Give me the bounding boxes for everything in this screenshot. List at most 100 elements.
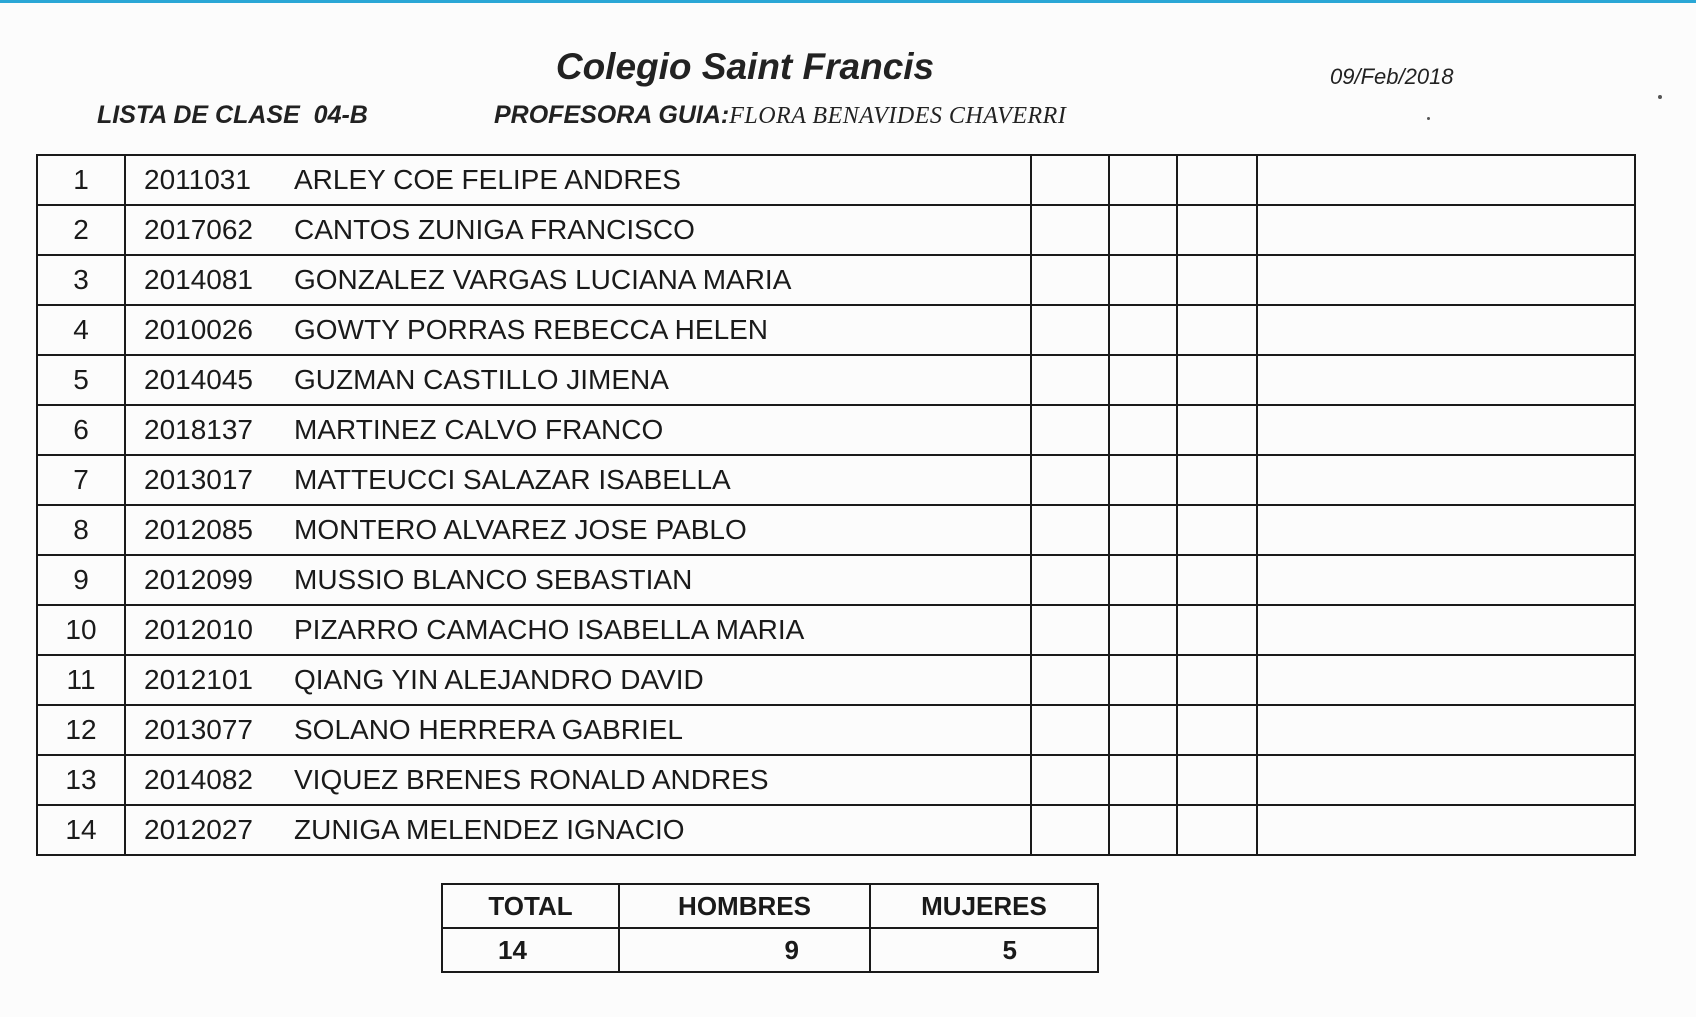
blank-grade-cell [1176, 254, 1258, 306]
student-id: 2010026 [144, 314, 254, 345]
student-cell: 2014081 GONZALEZ VARGAS LUCIANA MARIA [124, 254, 1032, 306]
teacher-label: PROFESORA GUIA: [494, 101, 730, 129]
row-number: 3 [36, 254, 126, 306]
student-cell: 2012085 MONTERO ALVAREZ JOSE PABLO [124, 504, 1032, 556]
student-cell: 2012099 MUSSIO BLANCO SEBASTIAN [124, 554, 1032, 606]
student-id: 2013017 [144, 464, 254, 495]
blank-grade-cell [1108, 254, 1178, 306]
row-number: 11 [36, 654, 126, 706]
row-number: 10 [36, 604, 126, 656]
blank-grade-cell [1176, 204, 1258, 256]
student-name: CANTOS ZUNIGA FRANCISCO [294, 214, 695, 245]
blank-grade-cell [1256, 404, 1636, 456]
student-row: 9 2012099 MUSSIO BLANCO SEBASTIAN [36, 554, 1636, 606]
blank-grade-cell [1030, 204, 1110, 256]
student-name: MUSSIO BLANCO SEBASTIAN [294, 564, 693, 595]
blank-grade-cell [1030, 304, 1110, 356]
row-number: 4 [36, 304, 126, 356]
blank-grade-cell [1108, 304, 1178, 356]
blank-grade-cell [1030, 354, 1110, 406]
student-id: 2014045 [144, 364, 254, 395]
row-number: 6 [36, 404, 126, 456]
row-number: 13 [36, 754, 126, 806]
student-name: VIQUEZ BRENES RONALD ANDRES [294, 764, 769, 795]
blank-grade-cell [1176, 154, 1258, 206]
student-row: 3 2014081 GONZALEZ VARGAS LUCIANA MARIA [36, 254, 1636, 306]
row-number: 14 [36, 804, 126, 856]
school-title: Colegio Saint Francis [555, 46, 935, 87]
blank-grade-cell [1108, 504, 1178, 556]
student-id: 2012010 [144, 614, 254, 645]
row-number: 7 [36, 454, 126, 506]
blank-grade-cell [1176, 604, 1258, 656]
student-row: 4 2010026 GOWTY PORRAS REBECCA HELEN [36, 304, 1636, 356]
blank-grade-cell [1176, 754, 1258, 806]
scan-speck [1658, 95, 1662, 99]
blank-grade-cell [1030, 254, 1110, 306]
blank-grade-cell [1108, 554, 1178, 606]
blank-grade-cell [1176, 804, 1258, 856]
student-row: 7 2013017 MATTEUCCI SALAZAR ISABELLA [36, 454, 1636, 506]
scan-speck [1427, 117, 1430, 120]
student-cell: 2014045 GUZMAN CASTILLO JIMENA [124, 354, 1032, 406]
student-name: MATTEUCCI SALAZAR ISABELLA [294, 464, 731, 495]
student-name: ARLEY COE FELIPE ANDRES [294, 164, 681, 195]
blank-grade-cell [1256, 504, 1636, 556]
student-row: 2 2017062 CANTOS ZUNIGA FRANCISCO [36, 204, 1636, 256]
total-count: 14 [441, 927, 620, 973]
blank-grade-cell [1256, 304, 1636, 356]
men-count: 9 [618, 927, 871, 973]
student-row: 12 2013077 SOLANO HERRERA GABRIEL [36, 704, 1636, 756]
totals-table: TOTAL HOMBRES MUJERES 14 9 5 [441, 883, 1099, 973]
student-id: 2018137 [144, 414, 254, 445]
student-cell: 2011031 ARLEY COE FELIPE ANDRES [124, 154, 1032, 206]
men-header: HOMBRES [618, 883, 871, 929]
blank-grade-cell [1256, 254, 1636, 306]
total-header: TOTAL [441, 883, 620, 929]
student-cell: 2013017 MATTEUCCI SALAZAR ISABELLA [124, 454, 1032, 506]
student-id: 2012027 [144, 814, 254, 845]
blank-grade-cell [1108, 704, 1178, 756]
student-name: GONZALEZ VARGAS LUCIANA MARIA [294, 264, 792, 295]
student-cell: 2012027 ZUNIGA MELENDEZ IGNACIO [124, 804, 1032, 856]
blank-grade-cell [1030, 804, 1110, 856]
blank-grade-cell [1176, 354, 1258, 406]
blank-grade-cell [1176, 504, 1258, 556]
blank-grade-cell [1030, 154, 1110, 206]
class-list-label: LISTA DE CLASE 04-B [97, 101, 368, 129]
student-row: 8 2012085 MONTERO ALVAREZ JOSE PABLO [36, 504, 1636, 556]
student-id: 2013077 [144, 714, 254, 745]
blank-grade-cell [1256, 354, 1636, 406]
blank-grade-cell [1030, 654, 1110, 706]
blank-grade-cell [1108, 204, 1178, 256]
blank-grade-cell [1108, 154, 1178, 206]
row-number: 2 [36, 204, 126, 256]
student-row: 6 2018137 MARTINEZ CALVO FRANCO [36, 404, 1636, 456]
document-date: 09/Feb/2018 [1330, 64, 1454, 89]
blank-grade-cell [1176, 404, 1258, 456]
student-id: 2017062 [144, 214, 254, 245]
blank-grade-cell [1256, 204, 1636, 256]
blank-grade-cell [1256, 154, 1636, 206]
student-cell: 2017062 CANTOS ZUNIGA FRANCISCO [124, 204, 1032, 256]
blank-grade-cell [1030, 504, 1110, 556]
blank-grade-cell [1176, 454, 1258, 506]
women-count: 5 [869, 927, 1099, 973]
blank-grade-cell [1176, 704, 1258, 756]
blank-grade-cell [1256, 654, 1636, 706]
guide-teacher: PROFESORA GUIA:FLORA BENAVIDES CHAVERRI [494, 101, 1066, 130]
row-number: 5 [36, 354, 126, 406]
student-name: SOLANO HERRERA GABRIEL [294, 714, 684, 745]
student-row: 11 2012101 QIANG YIN ALEJANDRO DAVID [36, 654, 1636, 706]
student-cell: 2018137 MARTINEZ CALVO FRANCO [124, 404, 1032, 456]
student-row: 13 2014082 VIQUEZ BRENES RONALD ANDRES [36, 754, 1636, 806]
blank-grade-cell [1030, 754, 1110, 806]
student-row: 5 2014045 GUZMAN CASTILLO JIMENA [36, 354, 1636, 406]
women-header: MUJERES [869, 883, 1099, 929]
blank-grade-cell [1108, 404, 1178, 456]
blank-grade-cell [1176, 654, 1258, 706]
blank-grade-cell [1030, 454, 1110, 506]
blank-grade-cell [1108, 604, 1178, 656]
blank-grade-cell [1030, 554, 1110, 606]
teacher-name: FLORA BENAVIDES CHAVERRI [729, 103, 1067, 129]
